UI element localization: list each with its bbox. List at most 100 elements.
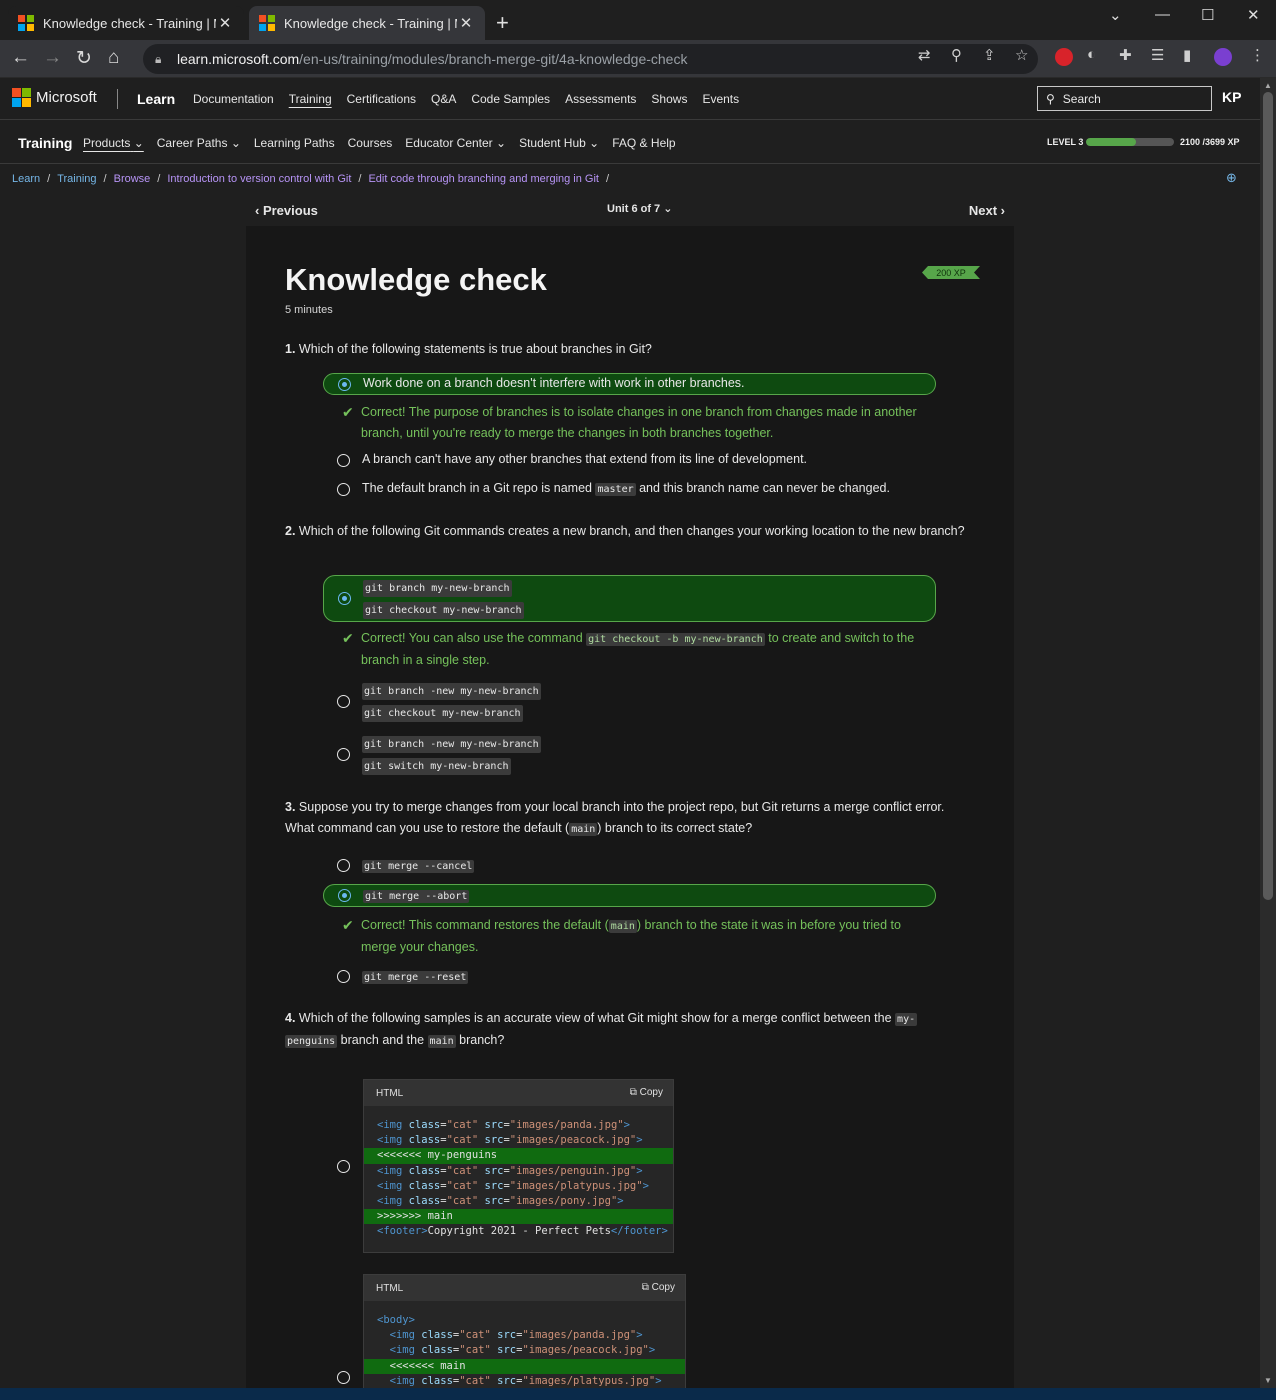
answer-option[interactable]: git branch my-new-branch git checkout my…	[323, 575, 936, 622]
learn-home-link[interactable]: Learn	[137, 91, 175, 107]
search-icon: ⚲	[1046, 91, 1055, 106]
zoom-icon[interactable]: ⚲	[951, 46, 962, 64]
copy-button[interactable]: ⧉ Copy	[642, 1282, 675, 1293]
forward-icon[interactable]: →	[43, 47, 62, 69]
radio-button[interactable]	[337, 1160, 350, 1173]
breadcrumb-path[interactable]: Introduction to version control with Git	[167, 173, 351, 185]
bookmark-star-icon[interactable]: ☆	[1015, 46, 1028, 64]
nav-career-paths[interactable]: Career Paths ⌄	[157, 136, 241, 150]
inline-code: git merge --reset	[362, 971, 469, 984]
close-tab-icon[interactable]: ✕	[216, 14, 234, 32]
question-text: Which of the following statements is tru…	[298, 342, 652, 356]
nav-student-hub[interactable]: Student Hub ⌄	[519, 136, 599, 150]
scroll-up-icon[interactable]: ▲	[1264, 81, 1272, 90]
nav-qa[interactable]: Q&A	[431, 92, 456, 106]
translate-icon[interactable]: ⇄	[918, 46, 931, 64]
answer-option[interactable]: git branch -new my-new-branch git switch…	[323, 734, 936, 776]
answer-option[interactable]: The default branch in a Git repo is name…	[323, 479, 936, 499]
lock-icon[interactable]: 🔒︎	[155, 52, 167, 67]
nav-products[interactable]: Products ⌄	[83, 136, 144, 150]
scroll-down-icon[interactable]: ▼	[1264, 1376, 1272, 1385]
radio-button[interactable]	[337, 695, 350, 708]
breadcrumb-training[interactable]: Training	[57, 173, 96, 185]
unit-selector[interactable]: Unit 6 of 7 ⌄	[607, 202, 672, 215]
menu-kebab-icon[interactable]: ⋮	[1250, 46, 1265, 64]
browser-tab-active[interactable]: Knowledge check - Training | Microsoft L…	[249, 6, 485, 40]
share-icon[interactable]: ⇪	[983, 46, 996, 64]
close-tab-icon[interactable]: ✕	[457, 14, 475, 32]
radio-selected[interactable]	[338, 378, 351, 391]
side-panel-icon[interactable]: ▮	[1183, 46, 1191, 64]
answer-option[interactable]: Work done on a branch doesn't interfere …	[323, 373, 936, 395]
nav-faq-help[interactable]: FAQ & Help	[612, 136, 675, 150]
radio-selected[interactable]	[338, 889, 351, 902]
duration: 5 minutes	[285, 304, 333, 316]
extensions-puzzle-icon[interactable]: ✚	[1119, 46, 1132, 64]
breadcrumb-module[interactable]: Edit code through branching and merging …	[368, 173, 599, 185]
answer-option[interactable]: git branch -new my-new-branch git checko…	[323, 681, 936, 723]
close-window-icon[interactable]: ✕	[1247, 6, 1260, 24]
maximize-icon[interactable]: ☐	[1201, 6, 1214, 24]
code-attr: src	[497, 1374, 517, 1387]
scrollbar-thumb[interactable]	[1263, 92, 1273, 900]
level-label: LEVEL 3	[1047, 137, 1084, 147]
extension-red-icon[interactable]	[1055, 48, 1073, 66]
answer-option[interactable]: git merge --reset	[323, 967, 936, 987]
breadcrumb-browse[interactable]: Browse	[114, 173, 151, 185]
nav-shows[interactable]: Shows	[651, 92, 687, 106]
site-header: Microsoft Learn Documentation Training C…	[0, 78, 1260, 120]
search-input[interactable]: ⚲ Search	[1037, 86, 1212, 111]
radio-button[interactable]	[337, 483, 350, 496]
training-title[interactable]: Training	[18, 135, 72, 151]
radio-button[interactable]	[337, 454, 350, 467]
breadcrumb-separator: /	[47, 173, 51, 185]
reload-icon[interactable]: ↻	[76, 47, 92, 70]
nav-certifications[interactable]: Certifications	[347, 92, 416, 106]
option-text: git merge --abort	[363, 888, 470, 903]
nav-training[interactable]: Training	[289, 92, 332, 106]
reading-list-icon[interactable]: ☰	[1151, 46, 1164, 64]
radio-button[interactable]	[337, 859, 350, 872]
nav-courses[interactable]: Courses	[348, 136, 393, 150]
nav-learning-paths[interactable]: Learning Paths	[254, 136, 335, 150]
user-avatar[interactable]: KP	[1222, 89, 1241, 105]
nav-educator-center[interactable]: Educator Center ⌄	[405, 136, 506, 150]
conflict-marker-line: <<<<<<< my-penguins	[364, 1148, 673, 1164]
nav-career-paths-label: Career Paths	[156, 136, 228, 150]
home-icon[interactable]: ⌂	[108, 47, 119, 69]
radio-button[interactable]	[337, 748, 350, 761]
new-tab-icon[interactable]: +	[496, 10, 509, 36]
radio-button[interactable]	[337, 970, 350, 983]
copy-button[interactable]: ⧉ Copy	[630, 1087, 663, 1098]
previous-button[interactable]: ‹ Previous	[255, 203, 318, 218]
question-4: 4. Which of the following samples is an …	[285, 1008, 975, 1052]
conflict-marker-line: <<<<<<< main	[364, 1358, 685, 1374]
tab-search-icon[interactable]: ⌄	[1109, 6, 1122, 24]
address-bar[interactable]: 🔒︎ learn.microsoft.com/en-us/training/mo…	[143, 44, 1038, 74]
code-attr: src	[497, 1329, 517, 1342]
question-text: Which of the following Git commands crea…	[298, 524, 965, 538]
answer-option[interactable]: git merge --cancel	[323, 856, 936, 876]
nav-events[interactable]: Events	[702, 92, 739, 106]
answer-option[interactable]: A branch can't have any other branches t…	[323, 450, 936, 470]
browser-tab[interactable]: Knowledge check - Training | Microsoft L…	[8, 6, 244, 40]
nav-assessments[interactable]: Assessments	[565, 92, 636, 106]
radio-selected[interactable]	[338, 592, 351, 605]
code-attr: src	[484, 1164, 504, 1177]
answer-option[interactable]: git merge --abort	[323, 884, 936, 907]
nav-documentation[interactable]: Documentation	[193, 92, 274, 106]
inline-code: git switch my-new-branch	[362, 758, 511, 775]
microsoft-brand[interactable]: Microsoft	[12, 88, 97, 107]
breadcrumb-learn[interactable]: Learn	[12, 173, 40, 185]
minimize-icon[interactable]: —	[1155, 6, 1170, 23]
extension-gray-icon[interactable]: ◐	[1087, 46, 1096, 63]
code-text: >>>>>>> main	[377, 1210, 453, 1223]
back-icon[interactable]: ←	[11, 47, 30, 69]
radio-button[interactable]	[337, 1371, 350, 1384]
nav-code-samples[interactable]: Code Samples	[471, 92, 550, 106]
page-scrollbar[interactable]: ▲ ▼	[1260, 78, 1276, 1390]
add-collection-icon[interactable]: ⊕	[1226, 170, 1237, 186]
next-button[interactable]: Next ›	[969, 203, 1005, 218]
option-text-part: The default branch in a Git repo is name…	[362, 481, 592, 495]
profile-avatar-icon[interactable]	[1214, 48, 1232, 66]
